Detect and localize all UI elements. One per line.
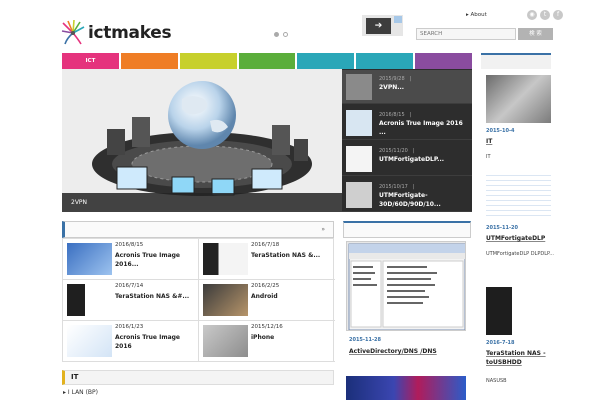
slider-dot[interactable] <box>283 32 288 37</box>
slider-dot[interactable] <box>274 32 279 37</box>
ad-choices-icon[interactable] <box>394 16 402 23</box>
rss-icon[interactable]: ◉ <box>527 10 537 20</box>
post-card[interactable]: 2016/7/14 TeraStation NAS &#... <box>63 280 199 321</box>
slide-title[interactable]: Acronis True Image 2016 ... <box>379 119 467 137</box>
about-link[interactable]: ▸ About <box>466 12 487 18</box>
slide-date: 2016/8/15 | <box>379 112 412 118</box>
globe-network-illustration <box>62 69 342 212</box>
post-card[interactable]: 2015/12/16 iPhone <box>199 321 335 362</box>
category-heading: IT <box>71 373 79 381</box>
post-card[interactable]: 2016/8/15 Acronis True Image 2016... <box>63 239 199 280</box>
category-item[interactable]: ▸ I LAN (BP) <box>63 389 98 396</box>
post-thumbnail[interactable] <box>203 325 248 357</box>
sidebar-post-title[interactable]: UTMFortigateDLP <box>486 234 554 243</box>
slide-thumbnail[interactable] <box>346 146 372 172</box>
nav-tab-4[interactable] <box>297 53 355 69</box>
ad-banner[interactable]: ➔ <box>362 15 403 36</box>
sidebar-post-title[interactable]: IT <box>486 137 554 146</box>
sidebar-post-excerpt: UTMFortigateDLP DLPDLP... <box>486 251 554 257</box>
slide-title[interactable]: UTMFortigateDLP... <box>379 155 467 164</box>
sidebar-nav-tab <box>481 53 551 69</box>
post-title[interactable]: TeraStation NAS &... <box>251 251 331 260</box>
slide-item[interactable]: 2015/11/20 | UTMFortigateDLP... <box>342 142 472 176</box>
post-title[interactable]: TeraStation NAS &#... <box>115 292 195 301</box>
ad-arrow-button[interactable]: ➔ <box>366 18 391 34</box>
slide-thumbnail[interactable] <box>346 110 372 136</box>
post-card[interactable]: 2016/7/18 TeraStation NAS &... <box>199 239 335 280</box>
featured-slide-list: 2015/9/28 | 2VPN... 2016/8/15 | Acronis Tru… <box>342 69 472 212</box>
search-input[interactable] <box>416 28 516 40</box>
search-button[interactable]: 検 索 <box>518 28 553 40</box>
latest-posts-header: » <box>62 221 334 238</box>
nav-tab-2[interactable] <box>179 53 237 69</box>
dns-manager-screenshot[interactable] <box>346 241 466 331</box>
sidebar-post-thumbnail[interactable] <box>486 287 551 335</box>
nav-tab-6[interactable] <box>415 53 473 69</box>
site-name: ictmakes <box>88 23 172 43</box>
post-date: 2016/1/23 <box>115 324 144 330</box>
middle-post-title[interactable]: ActiveDirectory/DNS /DNS <box>349 347 459 356</box>
post-date: 2016/2/25 <box>251 283 280 289</box>
more-posts-link[interactable]: » <box>321 226 325 233</box>
middle-post-thumbnail-2[interactable] <box>346 376 466 400</box>
logo-mark-icon <box>61 19 85 46</box>
post-title[interactable]: Acronis True Image 2016 <box>115 333 195 351</box>
nav-tab-5[interactable] <box>356 53 414 69</box>
nav-tab-1[interactable] <box>120 53 178 69</box>
slide-date: 2015/11/20 | <box>379 148 415 154</box>
sidebar-post-date: 2015-10-4 <box>486 128 515 134</box>
slide-item[interactable]: 2015/9/28 | 2VPN... <box>342 70 472 104</box>
sidebar-post-excerpt: IT <box>486 154 491 160</box>
featured-caption[interactable]: 2VPN <box>62 193 342 212</box>
post-date: 2016/8/15 <box>115 242 144 248</box>
middle-column-header <box>343 221 471 238</box>
slide-title[interactable]: UTMFortigate-30D/60D/90D/10... <box>379 191 467 209</box>
post-thumbnail[interactable] <box>67 243 112 275</box>
post-thumbnail[interactable] <box>67 284 112 316</box>
featured-slider-image[interactable]: 2VPN <box>62 69 342 212</box>
site-logo[interactable]: ictmakes <box>61 17 172 49</box>
sidebar-post-date: 2015-11-20 <box>486 225 518 231</box>
facebook-icon[interactable]: f <box>553 10 563 20</box>
category-nav: ICT <box>62 53 473 69</box>
header-slider-dots <box>274 32 288 37</box>
post-thumbnail[interactable] <box>203 243 248 275</box>
nav-tab-3[interactable] <box>238 53 296 69</box>
sidebar-post-thumbnail[interactable] <box>486 75 551 123</box>
social-links: ◉ t f <box>527 10 563 20</box>
sidebar-post-thumbnail[interactable] <box>486 172 551 220</box>
sidebar-post-date: 2016-7-18 <box>486 340 515 346</box>
slide-title[interactable]: 2VPN... <box>379 83 467 92</box>
post-thumbnail[interactable] <box>203 284 248 316</box>
latest-posts-grid: 2016/8/15 Acronis True Image 2016... 2016/… <box>62 238 335 362</box>
post-date: 2015/12/16 <box>251 324 283 330</box>
post-title[interactable]: iPhone <box>251 333 331 342</box>
post-date: 2016/7/18 <box>251 242 280 248</box>
post-date: 2016/7/14 <box>115 283 144 289</box>
post-card[interactable]: 2016/1/23 Acronis True Image 2016 <box>63 321 199 362</box>
slide-thumbnail[interactable] <box>346 74 372 100</box>
sidebar-post-excerpt: NASUSB <box>486 378 507 384</box>
slide-date: 2015/9/28 | <box>379 76 412 82</box>
slide-item[interactable]: 2016/8/15 | Acronis True Image 2016 ... <box>342 106 472 140</box>
nav-tab-0[interactable]: ICT <box>62 53 119 69</box>
slide-item[interactable]: 2015/10/17 | UTMFortigate-30D/60D/90D/10.… <box>342 178 472 212</box>
twitter-icon[interactable]: t <box>540 10 550 20</box>
post-card[interactable]: 2016/2/25 Android <box>199 280 335 321</box>
slide-date: 2015/10/17 | <box>379 184 415 190</box>
sidebar-post-title[interactable]: TeraStation NAS - toUSBHDD <box>486 349 554 367</box>
category-header: IT <box>62 370 334 385</box>
post-thumbnail[interactable] <box>67 325 112 357</box>
slide-thumbnail[interactable] <box>346 182 372 208</box>
post-title[interactable]: Android <box>251 292 331 301</box>
middle-post-date: 2015-11-28 <box>349 337 381 343</box>
post-title[interactable]: Acronis True Image 2016... <box>115 251 195 269</box>
